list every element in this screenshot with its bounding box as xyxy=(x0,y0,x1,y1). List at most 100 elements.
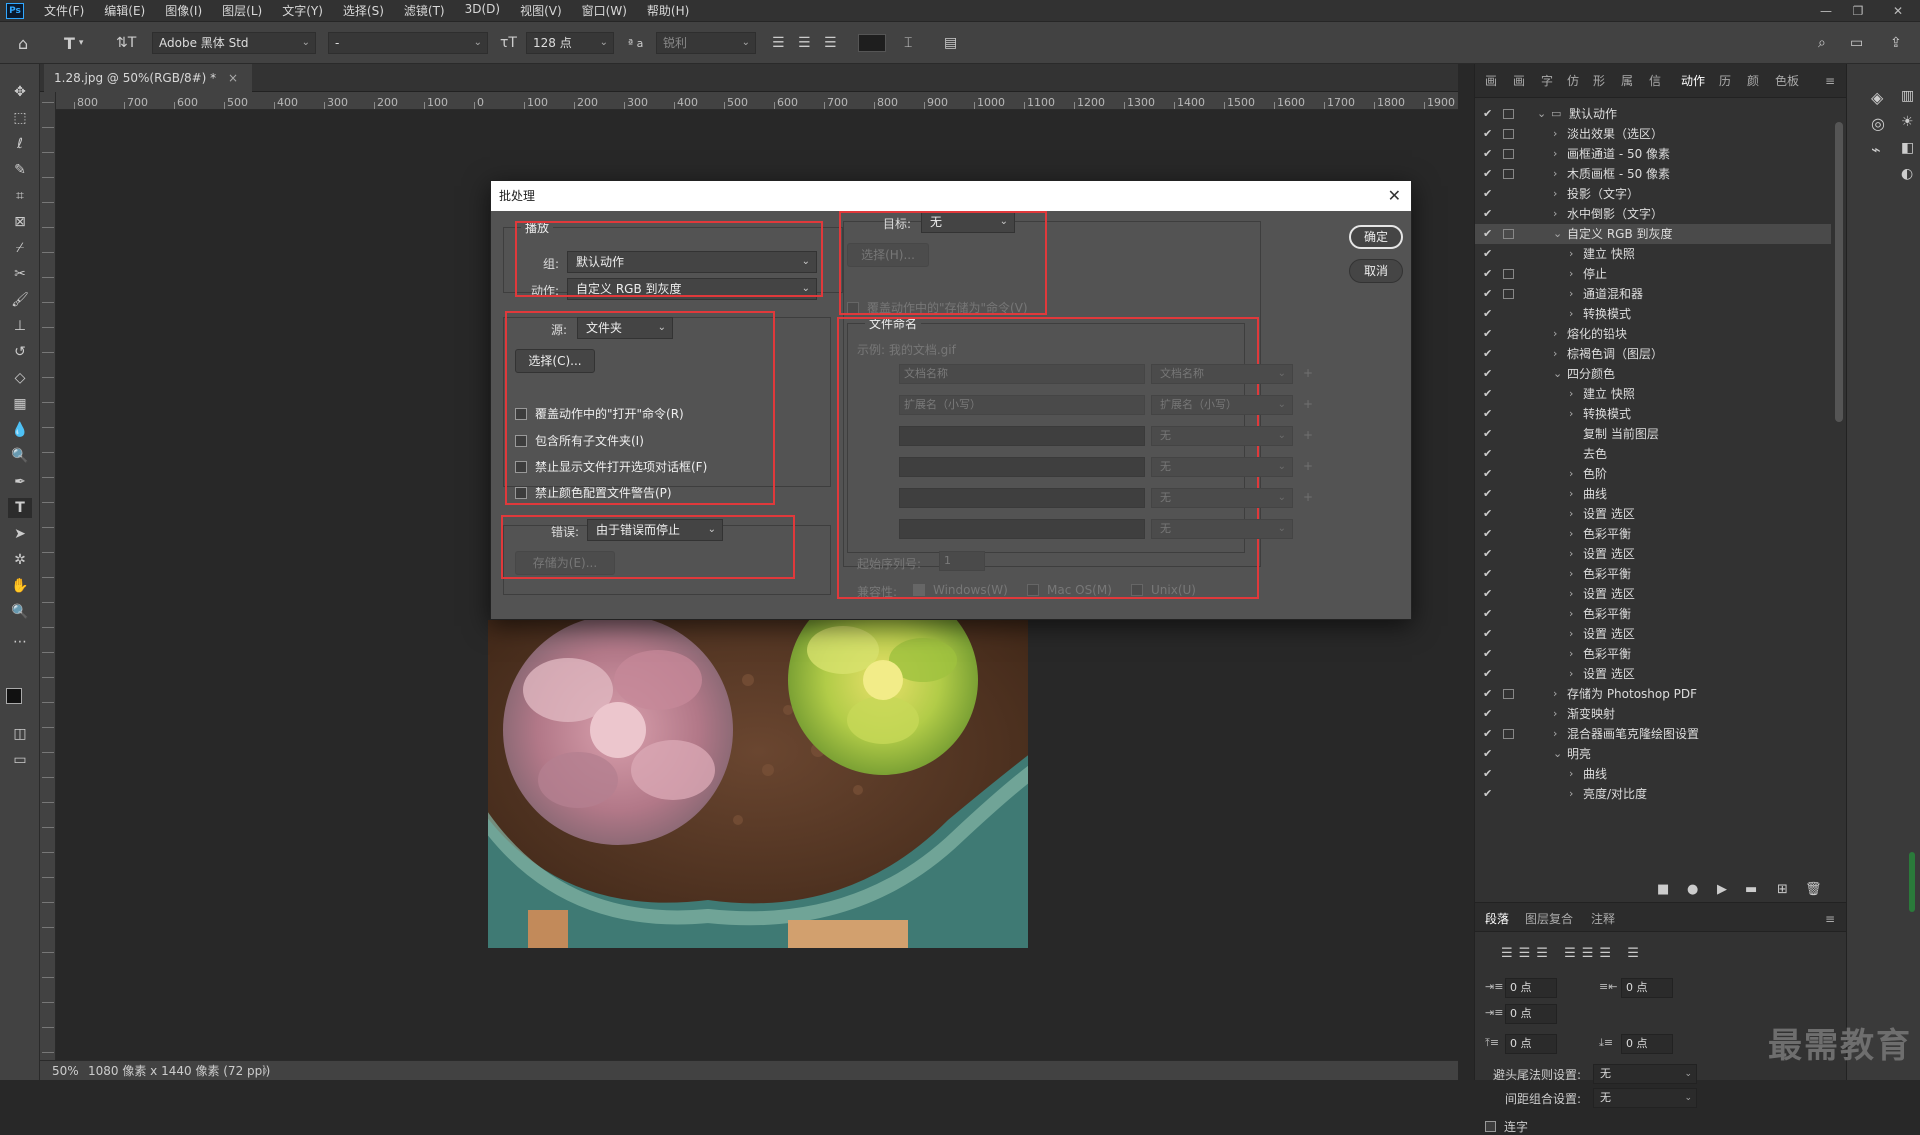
check-icon[interactable]: ✔ xyxy=(1483,364,1492,384)
action-row[interactable]: ✔ › 投影（文字） xyxy=(1475,184,1831,204)
check-icon[interactable]: ✔ xyxy=(1483,424,1492,444)
naming-add-icon[interactable]: + xyxy=(1303,428,1313,442)
paragraph-align-icons[interactable]: ☰☰☰ ☰☰☰ ☰ xyxy=(1501,946,1645,961)
eraser-tool-icon[interactable]: ◇ xyxy=(8,368,32,388)
delete-icon[interactable]: 🗑 xyxy=(1805,882,1822,897)
action-row[interactable]: ✔ › 亮度/对比度 xyxy=(1475,784,1831,804)
check-icon[interactable]: ✔ xyxy=(1483,784,1492,804)
workspace-icon[interactable]: ▭ xyxy=(1850,32,1863,54)
chevron-down-icon[interactable]: ⌄ xyxy=(1553,224,1562,244)
chevron-right-icon[interactable]: › xyxy=(1569,604,1573,624)
naming-input[interactable] xyxy=(899,457,1145,477)
panel-tab[interactable]: 画 xyxy=(1513,72,1525,89)
chevron-right-icon[interactable]: › xyxy=(1569,244,1573,264)
warp-text-icon[interactable]: ⌶ xyxy=(904,32,912,54)
action-row[interactable]: ✔ ⌄ 四分颜色 xyxy=(1475,364,1831,384)
check-icon[interactable]: ✔ xyxy=(1483,124,1492,144)
check-icon[interactable]: ✔ xyxy=(1483,764,1492,784)
naming-select[interactable]: 无 ⌄ xyxy=(1151,457,1293,477)
action-row[interactable]: ✔ › 水中倒影（文字） xyxy=(1475,204,1831,224)
panel-tab[interactable]: 字 xyxy=(1541,72,1553,89)
type-tool-icon[interactable]: T xyxy=(8,498,32,518)
check-icon[interactable]: ✔ xyxy=(1483,484,1492,504)
check-icon[interactable]: ✔ xyxy=(1483,464,1492,484)
text-orientation-icon[interactable]: ⇅T xyxy=(116,32,136,54)
naming-input[interactable] xyxy=(899,426,1145,446)
ok-button[interactable]: 确定 xyxy=(1349,225,1403,249)
right-indent-input[interactable]: 0 点 xyxy=(1621,978,1673,998)
menu-item[interactable]: 编辑(E) xyxy=(94,2,155,19)
document-tab-close-icon[interactable]: × xyxy=(228,71,238,85)
action-row[interactable]: ✔ › 转换模式 xyxy=(1475,404,1831,424)
chevron-right-icon[interactable]: › xyxy=(1569,544,1573,564)
status-menu-icon[interactable]: 〉 xyxy=(262,1061,274,1081)
chevron-right-icon[interactable]: › xyxy=(1553,724,1557,744)
action-row[interactable]: ✔ › 色彩平衡 xyxy=(1475,644,1831,664)
chevron-right-icon[interactable]: › xyxy=(1569,664,1573,684)
align-center-icon[interactable]: ☰ xyxy=(798,32,811,54)
kinsoku-select[interactable]: 无 ⌄ xyxy=(1593,1064,1697,1084)
naming-select[interactable]: 扩展名（小写） ⌄ xyxy=(1151,395,1293,415)
naming-input[interactable]: 文档名称 xyxy=(899,364,1145,384)
home-icon[interactable]: ⌂ xyxy=(18,32,28,54)
menu-item[interactable]: 窗口(W) xyxy=(572,2,637,19)
crop-tool-icon[interactable]: ⌗ xyxy=(8,186,32,206)
action-row[interactable]: ✔ › 停止 xyxy=(1475,264,1831,284)
stamp-tool-icon[interactable]: ⊥ xyxy=(8,316,32,336)
check-icon[interactable]: ✔ xyxy=(1483,544,1492,564)
menu-item[interactable]: 文件(F) xyxy=(34,2,94,19)
path-select-tool-icon[interactable]: ➤ xyxy=(8,524,32,544)
more-tools-icon[interactable]: ⋯ xyxy=(8,632,32,652)
dialog-toggle-icon[interactable] xyxy=(1503,269,1514,279)
check-icon[interactable]: ✔ xyxy=(1483,164,1492,184)
dialog-toggle-icon[interactable] xyxy=(1503,729,1514,739)
naming-select[interactable]: 无 ⌄ xyxy=(1151,426,1293,446)
chevron-right-icon[interactable]: › xyxy=(1569,504,1573,524)
chevron-right-icon[interactable]: › xyxy=(1569,484,1573,504)
space-after-input[interactable]: 0 点 xyxy=(1621,1034,1673,1054)
action-row[interactable]: ✔ › 建立 快照 xyxy=(1475,244,1831,264)
action-row[interactable]: ✔ › 设置 选区 xyxy=(1475,504,1831,524)
chevron-right-icon[interactable]: › xyxy=(1553,144,1557,164)
chevron-right-icon[interactable]: › xyxy=(1569,404,1573,424)
action-row[interactable]: ✔ › 渐变映射 xyxy=(1475,704,1831,724)
hyphenate-checkbox[interactable]: 连字 xyxy=(1485,1118,1528,1135)
left-indent-input[interactable]: 0 点 xyxy=(1505,978,1557,998)
check-icon[interactable]: ✔ xyxy=(1483,144,1492,164)
frame-tool-icon[interactable]: ⊠ xyxy=(8,212,32,232)
panel-tab[interactable]: 颜 xyxy=(1747,72,1759,89)
chevron-right-icon[interactable]: › xyxy=(1569,584,1573,604)
actions-scrollbar[interactable] xyxy=(1835,122,1843,422)
chevron-right-icon[interactable]: › xyxy=(1553,204,1557,224)
action-row[interactable]: ✔ › 建立 快照 xyxy=(1475,384,1831,404)
action-row[interactable]: ✔ › 曲线 xyxy=(1475,484,1831,504)
mojikumi-select[interactable]: 无 ⌄ xyxy=(1593,1088,1697,1108)
chevron-right-icon[interactable]: › xyxy=(1569,624,1573,644)
history-brush-tool-icon[interactable]: ↺ xyxy=(8,342,32,362)
panel-tab[interactable]: 属 xyxy=(1621,72,1633,89)
chevron-right-icon[interactable]: › xyxy=(1553,324,1557,344)
check-icon[interactable]: ✔ xyxy=(1483,744,1492,764)
check-icon[interactable]: ✔ xyxy=(1483,324,1492,344)
check-icon[interactable]: ✔ xyxy=(1483,644,1492,664)
chevron-right-icon[interactable]: › xyxy=(1569,644,1573,664)
naming-input[interactable]: 扩展名（小写） xyxy=(899,395,1145,415)
panel-tab[interactable]: 信 xyxy=(1649,72,1661,89)
check-icon[interactable]: ✔ xyxy=(1483,604,1492,624)
text-color-swatch[interactable] xyxy=(858,34,886,52)
check-icon[interactable]: ✔ xyxy=(1483,684,1492,704)
check-icon[interactable]: ✔ xyxy=(1483,204,1492,224)
chevron-right-icon[interactable]: › xyxy=(1553,164,1557,184)
share-icon[interactable]: ⇪ xyxy=(1890,32,1902,54)
action-row[interactable]: ✔ ⌄ 明亮 xyxy=(1475,744,1831,764)
panel-tab[interactable]: 历 xyxy=(1719,72,1731,89)
check-icon[interactable]: ✔ xyxy=(1483,524,1492,544)
dialog-toggle-icon[interactable] xyxy=(1503,169,1514,179)
pen-tool-icon[interactable]: ✒ xyxy=(8,472,32,492)
cancel-button[interactable]: 取消 xyxy=(1349,259,1403,283)
check-icon[interactable]: ✔ xyxy=(1483,584,1492,604)
naming-select[interactable]: 无 ⌄ xyxy=(1151,519,1293,539)
menu-item[interactable]: 选择(S) xyxy=(333,2,394,19)
action-row[interactable]: ✔ 去色 xyxy=(1475,444,1831,464)
space-before-input[interactable]: 0 点 xyxy=(1505,1034,1557,1054)
